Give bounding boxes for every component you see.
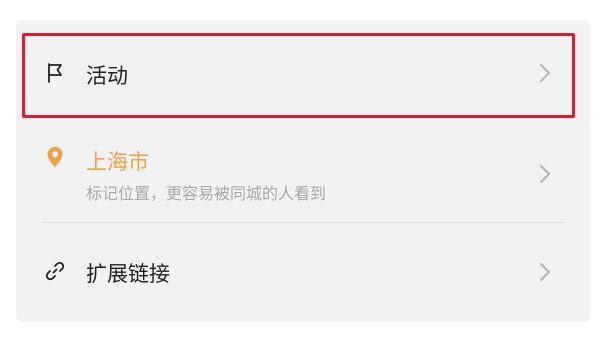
location-title: 上海市 xyxy=(86,150,149,174)
extension-link-row[interactable]: 扩展链接 xyxy=(16,232,590,312)
location-subtitle: 标记位置，更容易被同城的人看到 xyxy=(86,184,327,203)
location-row[interactable]: 上海市 标记位置，更容易被同城的人看到 xyxy=(16,126,590,220)
activity-row[interactable]: 活动 xyxy=(16,34,590,116)
extension-link-label: 扩展链接 xyxy=(86,262,170,286)
flag-icon xyxy=(48,63,62,83)
location-pin-icon xyxy=(47,147,63,167)
chevron-right-icon xyxy=(540,165,550,183)
activity-label: 活动 xyxy=(86,64,128,88)
chevron-right-icon xyxy=(540,263,550,281)
chevron-right-icon xyxy=(540,64,550,82)
link-icon xyxy=(45,261,65,281)
options-card: 活动 上海市 标记位置，更容易被同城的人看到 扩展链接 xyxy=(16,20,590,322)
divider xyxy=(42,222,564,223)
